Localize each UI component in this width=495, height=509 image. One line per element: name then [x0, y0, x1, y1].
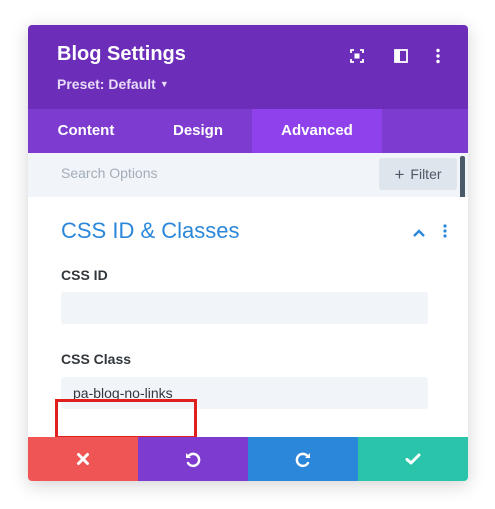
search-bar: + Filter	[28, 153, 468, 197]
settings-content: CSS ID & Classes CSS ID CSS Class pa-blo…	[28, 197, 468, 439]
css-class-label: CSS Class	[61, 351, 132, 367]
highlight-box	[55, 399, 197, 439]
search-input[interactable]	[61, 165, 361, 181]
tab-design[interactable]: Design	[144, 109, 252, 153]
tab-bar: Content Design Advanced	[28, 109, 468, 153]
save-button[interactable]	[358, 437, 468, 481]
css-id-label: CSS ID	[61, 267, 108, 283]
undo-button[interactable]	[138, 437, 248, 481]
filter-button[interactable]: + Filter	[379, 158, 457, 190]
close-icon	[77, 453, 89, 465]
modal-title: Blog Settings	[57, 43, 186, 65]
section-more-icon[interactable]	[442, 224, 448, 243]
redo-icon	[295, 452, 310, 468]
redo-button[interactable]	[248, 437, 358, 481]
sidebar-toggle-icon[interactable]	[392, 47, 410, 65]
more-vertical-icon[interactable]	[429, 47, 447, 65]
tab-content[interactable]: Content	[28, 109, 144, 153]
caret-down-icon: ▼	[159, 79, 169, 89]
check-icon	[405, 453, 421, 465]
settings-modal: Blog Settings Preset: Default ▼ Content …	[28, 25, 468, 481]
chevron-up-icon[interactable]	[412, 225, 426, 243]
undo-icon	[186, 452, 201, 468]
section-title[interactable]: CSS ID & Classes	[61, 218, 240, 244]
fullscreen-icon[interactable]	[348, 47, 366, 65]
preset-label: Preset: Default	[57, 76, 156, 92]
modal-header: Blog Settings Preset: Default ▼	[28, 25, 468, 109]
css-id-field[interactable]	[61, 292, 428, 324]
cancel-button[interactable]	[28, 437, 138, 481]
modal-footer	[28, 437, 468, 481]
filter-label: Filter	[410, 166, 442, 182]
plus-icon: +	[394, 164, 405, 184]
preset-selector[interactable]: Preset: Default ▼	[57, 76, 169, 92]
tab-advanced[interactable]: Advanced	[252, 109, 382, 153]
